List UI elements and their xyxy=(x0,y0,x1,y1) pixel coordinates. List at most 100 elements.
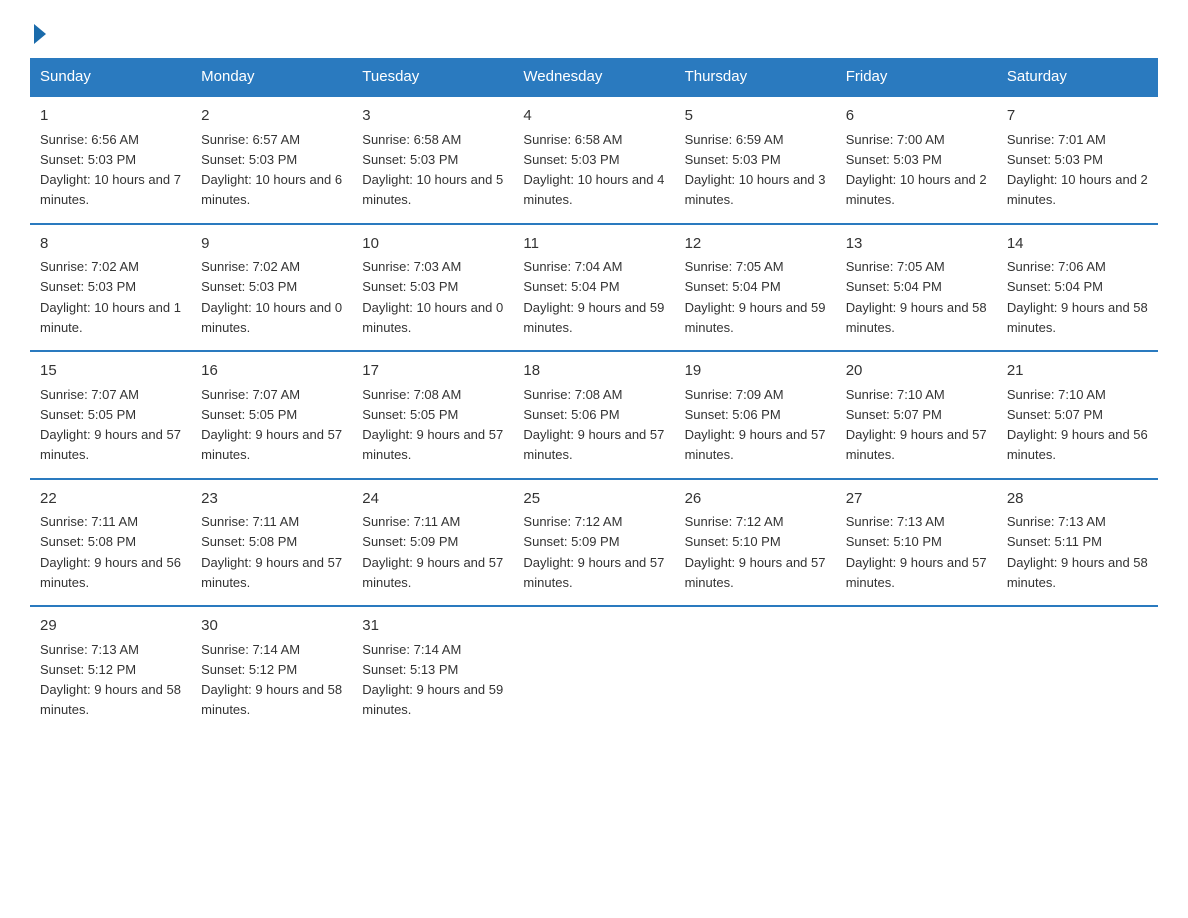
day-cell: 11 Sunrise: 7:04 AMSunset: 5:04 PMDayligh… xyxy=(513,224,674,352)
day-info: Sunrise: 7:02 AMSunset: 5:03 PMDaylight:… xyxy=(40,259,181,335)
calendar-header-row: SundayMondayTuesdayWednesdayThursdayFrid… xyxy=(30,58,1158,96)
day-cell: 6 Sunrise: 7:00 AMSunset: 5:03 PMDaylight… xyxy=(836,96,997,224)
day-cell: 14 Sunrise: 7:06 AMSunset: 5:04 PMDayligh… xyxy=(997,224,1158,352)
day-cell: 29 Sunrise: 7:13 AMSunset: 5:12 PMDayligh… xyxy=(30,606,191,733)
day-cell: 25 Sunrise: 7:12 AMSunset: 5:09 PMDayligh… xyxy=(513,479,674,607)
day-cell: 15 Sunrise: 7:07 AMSunset: 5:05 PMDayligh… xyxy=(30,351,191,479)
day-number: 24 xyxy=(362,488,503,511)
day-info: Sunrise: 7:05 AMSunset: 5:04 PMDaylight:… xyxy=(685,259,826,335)
day-number: 8 xyxy=(40,233,181,256)
day-cell xyxy=(675,606,836,733)
day-number: 5 xyxy=(685,105,826,128)
logo xyxy=(30,20,46,40)
day-cell: 19 Sunrise: 7:09 AMSunset: 5:06 PMDayligh… xyxy=(675,351,836,479)
day-info: Sunrise: 7:11 AMSunset: 5:08 PMDaylight:… xyxy=(40,514,181,590)
day-cell: 4 Sunrise: 6:58 AMSunset: 5:03 PMDaylight… xyxy=(513,96,674,224)
day-number: 12 xyxy=(685,233,826,256)
col-header-saturday: Saturday xyxy=(997,58,1158,96)
day-number: 22 xyxy=(40,488,181,511)
day-info: Sunrise: 7:03 AMSunset: 5:03 PMDaylight:… xyxy=(362,259,503,335)
day-number: 25 xyxy=(523,488,664,511)
day-cell: 23 Sunrise: 7:11 AMSunset: 5:08 PMDayligh… xyxy=(191,479,352,607)
week-row-1: 1Sunrise: 6:56 AMSunset: 5:03 PMDaylight… xyxy=(30,96,1158,224)
day-cell: 1Sunrise: 6:56 AMSunset: 5:03 PMDaylight… xyxy=(30,96,191,224)
day-info: Sunrise: 7:14 AMSunset: 5:12 PMDaylight:… xyxy=(201,642,342,718)
day-info: Sunrise: 7:14 AMSunset: 5:13 PMDaylight:… xyxy=(362,642,503,718)
day-cell: 24 Sunrise: 7:11 AMSunset: 5:09 PMDayligh… xyxy=(352,479,513,607)
day-cell: 7 Sunrise: 7:01 AMSunset: 5:03 PMDaylight… xyxy=(997,96,1158,224)
day-info: Sunrise: 7:04 AMSunset: 5:04 PMDaylight:… xyxy=(523,259,664,335)
day-info: Sunrise: 7:07 AMSunset: 5:05 PMDaylight:… xyxy=(40,387,181,463)
day-info: Sunrise: 6:59 AMSunset: 5:03 PMDaylight:… xyxy=(685,132,826,208)
day-info: Sunrise: 7:10 AMSunset: 5:07 PMDaylight:… xyxy=(1007,387,1148,463)
day-cell: 3 Sunrise: 6:58 AMSunset: 5:03 PMDaylight… xyxy=(352,96,513,224)
day-cell: 12 Sunrise: 7:05 AMSunset: 5:04 PMDayligh… xyxy=(675,224,836,352)
calendar-table: SundayMondayTuesdayWednesdayThursdayFrid… xyxy=(30,58,1158,733)
col-header-wednesday: Wednesday xyxy=(513,58,674,96)
day-number: 11 xyxy=(523,233,664,256)
day-info: Sunrise: 7:05 AMSunset: 5:04 PMDaylight:… xyxy=(846,259,987,335)
day-number: 30 xyxy=(201,615,342,638)
day-cell: 17 Sunrise: 7:08 AMSunset: 5:05 PMDayligh… xyxy=(352,351,513,479)
day-cell: 18Sunrise: 7:08 AMSunset: 5:06 PMDayligh… xyxy=(513,351,674,479)
day-info: Sunrise: 7:13 AMSunset: 5:12 PMDaylight:… xyxy=(40,642,181,718)
day-info: Sunrise: 7:12 AMSunset: 5:09 PMDaylight:… xyxy=(523,514,664,590)
day-info: Sunrise: 7:13 AMSunset: 5:10 PMDaylight:… xyxy=(846,514,987,590)
day-info: Sunrise: 7:09 AMSunset: 5:06 PMDaylight:… xyxy=(685,387,826,463)
day-number: 19 xyxy=(685,360,826,383)
day-number: 14 xyxy=(1007,233,1148,256)
day-info: Sunrise: 7:07 AMSunset: 5:05 PMDaylight:… xyxy=(201,387,342,463)
day-cell: 22 Sunrise: 7:11 AMSunset: 5:08 PMDayligh… xyxy=(30,479,191,607)
day-cell: 5 Sunrise: 6:59 AMSunset: 5:03 PMDaylight… xyxy=(675,96,836,224)
day-cell: 28 Sunrise: 7:13 AMSunset: 5:11 PMDayligh… xyxy=(997,479,1158,607)
day-number: 21 xyxy=(1007,360,1148,383)
week-row-5: 29 Sunrise: 7:13 AMSunset: 5:12 PMDayligh… xyxy=(30,606,1158,733)
day-cell: 8 Sunrise: 7:02 AMSunset: 5:03 PMDaylight… xyxy=(30,224,191,352)
day-number: 15 xyxy=(40,360,181,383)
col-header-thursday: Thursday xyxy=(675,58,836,96)
day-info: Sunrise: 6:57 AMSunset: 5:03 PMDaylight:… xyxy=(201,132,342,208)
week-row-3: 15 Sunrise: 7:07 AMSunset: 5:05 PMDayligh… xyxy=(30,351,1158,479)
week-row-2: 8 Sunrise: 7:02 AMSunset: 5:03 PMDaylight… xyxy=(30,224,1158,352)
day-cell xyxy=(513,606,674,733)
day-info: Sunrise: 7:08 AMSunset: 5:05 PMDaylight:… xyxy=(362,387,503,463)
day-cell: 9Sunrise: 7:02 AMSunset: 5:03 PMDaylight… xyxy=(191,224,352,352)
day-cell xyxy=(997,606,1158,733)
col-header-sunday: Sunday xyxy=(30,58,191,96)
col-header-monday: Monday xyxy=(191,58,352,96)
day-info: Sunrise: 6:56 AMSunset: 5:03 PMDaylight:… xyxy=(40,132,181,208)
day-cell: 13 Sunrise: 7:05 AMSunset: 5:04 PMDayligh… xyxy=(836,224,997,352)
day-number: 3 xyxy=(362,105,503,128)
day-number: 31 xyxy=(362,615,503,638)
logo-arrow-icon xyxy=(34,24,46,44)
week-row-4: 22 Sunrise: 7:11 AMSunset: 5:08 PMDayligh… xyxy=(30,479,1158,607)
day-info: Sunrise: 7:12 AMSunset: 5:10 PMDaylight:… xyxy=(685,514,826,590)
day-info: Sunrise: 7:13 AMSunset: 5:11 PMDaylight:… xyxy=(1007,514,1148,590)
day-cell: 16Sunrise: 7:07 AMSunset: 5:05 PMDayligh… xyxy=(191,351,352,479)
day-number: 13 xyxy=(846,233,987,256)
day-number: 20 xyxy=(846,360,987,383)
day-number: 6 xyxy=(846,105,987,128)
day-cell: 20Sunrise: 7:10 AMSunset: 5:07 PMDayligh… xyxy=(836,351,997,479)
day-cell: 21 Sunrise: 7:10 AMSunset: 5:07 PMDayligh… xyxy=(997,351,1158,479)
day-info: Sunrise: 7:11 AMSunset: 5:09 PMDaylight:… xyxy=(362,514,503,590)
day-info: Sunrise: 7:06 AMSunset: 5:04 PMDaylight:… xyxy=(1007,259,1148,335)
day-cell: 26Sunrise: 7:12 AMSunset: 5:10 PMDayligh… xyxy=(675,479,836,607)
day-number: 2 xyxy=(201,105,342,128)
day-info: Sunrise: 7:11 AMSunset: 5:08 PMDaylight:… xyxy=(201,514,342,590)
day-cell: 27 Sunrise: 7:13 AMSunset: 5:10 PMDayligh… xyxy=(836,479,997,607)
day-number: 7 xyxy=(1007,105,1148,128)
day-info: Sunrise: 7:01 AMSunset: 5:03 PMDaylight:… xyxy=(1007,132,1148,208)
day-info: Sunrise: 7:00 AMSunset: 5:03 PMDaylight:… xyxy=(846,132,987,208)
day-number: 18 xyxy=(523,360,664,383)
col-header-friday: Friday xyxy=(836,58,997,96)
day-number: 9 xyxy=(201,233,342,256)
day-number: 17 xyxy=(362,360,503,383)
day-number: 4 xyxy=(523,105,664,128)
day-info: Sunrise: 6:58 AMSunset: 5:03 PMDaylight:… xyxy=(362,132,503,208)
day-number: 28 xyxy=(1007,488,1148,511)
day-number: 27 xyxy=(846,488,987,511)
day-info: Sunrise: 6:58 AMSunset: 5:03 PMDaylight:… xyxy=(523,132,664,208)
day-number: 23 xyxy=(201,488,342,511)
day-number: 29 xyxy=(40,615,181,638)
